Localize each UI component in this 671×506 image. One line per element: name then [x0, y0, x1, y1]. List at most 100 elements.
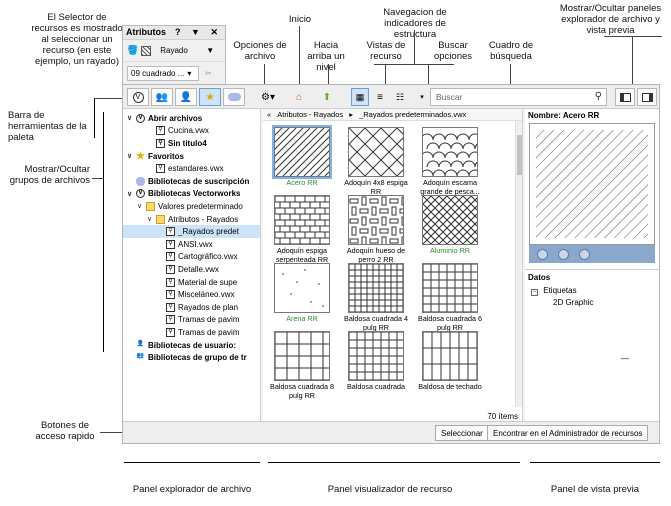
folder-icon — [156, 214, 165, 224]
render-shaded-icon[interactable] — [579, 248, 590, 260]
resource-tile[interactable]: Adoquín escama grande de pesca... — [415, 127, 488, 196]
tree-item[interactable]: ⚲ Misceláneo.vwx — [123, 288, 260, 301]
resource-tile[interactable]: Adoquín espiga serpenteada RR — [267, 195, 337, 264]
tree-item[interactable]: ⚲ Detalle.vwx — [123, 263, 260, 276]
toggle-explorer-panel-button[interactable] — [615, 88, 635, 106]
leader-grupos — [92, 178, 104, 179]
user-icon: 👤 — [136, 340, 145, 347]
paint-bucket-icon[interactable]: 🪣 — [127, 45, 138, 56]
palette-titlebar: Atributos ? ▼ ✕ — [123, 26, 225, 40]
render-flat-icon[interactable] — [537, 248, 548, 260]
user-icon: 👤 — [179, 91, 193, 103]
tree-item[interactable]: Bibliotecas de suscripción — [123, 175, 260, 188]
view-list-button[interactable]: ≡ — [371, 88, 389, 106]
tree-item[interactable]: ⚲ Material de supe — [123, 276, 260, 289]
palette-row-1: 🪣 Rayado ▼ — [123, 40, 225, 62]
dash-mark: — — [621, 354, 629, 363]
callout-panel-vista-previa: Panel de vista previa — [550, 484, 640, 495]
scrollbar-thumb[interactable] — [517, 135, 522, 175]
search-options-button[interactable]: ▾ — [416, 88, 428, 106]
resource-selector-value: 09 cuadrado ... — [131, 68, 185, 78]
expand-caret-icon[interactable]: ∨ — [127, 114, 136, 122]
find-in-resource-manager-button[interactable]: Encontrar en el Administrador de recurso… — [487, 425, 649, 441]
tools-icon[interactable]: ✂ — [205, 69, 212, 78]
expand-caret-icon[interactable]: ∨ — [137, 202, 146, 210]
resource-thumbnail — [422, 331, 478, 381]
resource-tile[interactable]: Baldosa cuadrada 8 pulg RR — [267, 331, 337, 400]
vectorworks-file-icon: ⚲ — [166, 315, 175, 325]
fill-type-dropdown[interactable]: Rayado ▼ — [157, 43, 217, 58]
group-cloud-button[interactable] — [223, 88, 245, 106]
bracket-barra — [94, 98, 95, 138]
tree-item[interactable]: ⚲ Cartográfico.vwx — [123, 251, 260, 264]
tree-item[interactable]: ⚲ Tramas de pavim — [123, 326, 260, 339]
group-team-button[interactable]: 👥 — [151, 88, 173, 106]
resource-tile[interactable]: Baldosa cuadrada 6 pulg RR — [415, 263, 485, 332]
group-favorites-button[interactable]: ★ — [199, 88, 221, 106]
resource-thumbnail — [374, 195, 520, 245]
tree-item[interactable]: ⚲ Tramas de pavim — [123, 314, 260, 327]
breadcrumb-part-2[interactable]: _Rayados predeterminados.vwx — [359, 110, 466, 119]
bracket-grupos — [103, 112, 104, 352]
search-input[interactable]: Buscar ⚲ — [430, 88, 607, 106]
cloud-icon — [136, 176, 145, 186]
tree-item[interactable]: ⚲ Sin titulo4 — [123, 137, 260, 150]
group-user-button[interactable]: 👤 — [175, 88, 197, 106]
tree-item[interactable]: ⚲ estandares.vwx — [123, 162, 260, 175]
resource-thumbnail — [348, 263, 404, 313]
resource-selector[interactable]: 09 cuadrado ... ▾ — [127, 65, 199, 81]
tags-row[interactable]: − Etiquetas — [525, 285, 659, 297]
callout-inicio: Inicio — [288, 14, 312, 25]
tree-item[interactable]: ⚲ Cucina.vwx — [123, 125, 260, 138]
tree-item[interactable]: ∨ ★ Favoritos — [123, 150, 260, 163]
tree-item[interactable]: ∨ V Bibliotecas Vectorworks — [123, 188, 260, 201]
breadcrumb-separator: ▸ — [349, 110, 353, 119]
view-details-button[interactable]: ☷ — [391, 88, 409, 106]
resource-tile[interactable]: Baldosa cuadrada 4 pulg RR — [341, 263, 411, 332]
tree-item[interactable]: 👤 Bibliotecas de usuario: — [123, 339, 260, 352]
view-thumbnails-button[interactable]: ▦ — [351, 88, 369, 106]
resource-tile[interactable]: Baldosa cuadrada — [341, 331, 411, 392]
resource-label: Baldosa cuadrada — [347, 382, 405, 391]
tree-item[interactable]: ∨ Valores predeterminado — [123, 200, 260, 213]
collapse-icon[interactable]: − — [531, 289, 538, 296]
resource-tile[interactable]: Acero RR — [263, 125, 374, 188]
resource-tile[interactable]: Baldosa de techado — [415, 331, 485, 392]
select-button[interactable]: Seleccionar — [435, 425, 489, 441]
tree-item[interactable]: ⚲ _Rayados predet — [123, 225, 260, 238]
breadcrumb: « Atributos - Rayados ▸ _Rayados predete… — [263, 109, 522, 121]
group-open-files-button[interactable]: V — [127, 88, 149, 106]
file-options-button[interactable]: ⚙▾ — [255, 88, 281, 106]
tree-item[interactable]: ⚲ Rayados de plan — [123, 301, 260, 314]
resource-tile[interactable]: Arena RR — [267, 263, 337, 324]
resource-tile[interactable]: Adoquín hueso de perro 2 RR — [341, 195, 411, 264]
tree-item[interactable]: ∨ V Abrir archivos — [123, 112, 260, 125]
resource-tile[interactable]: Adoquín 4x8 espiga RR — [341, 127, 411, 196]
resource-manager-window: V 👥 👤 ★ ⚙▾ ⌂ ⬆ ▦ ≡ ☷ ▾ Buscar ⚲ ∨ V Abrir … — [122, 84, 660, 444]
callout-vistas: Vistas de recurso — [366, 40, 406, 62]
tags-label: Etiquetas — [543, 286, 577, 295]
palette-controls[interactable]: ? ▼ ✕ — [175, 27, 222, 38]
leader-inicio — [299, 26, 300, 88]
breadcrumb-part-1[interactable]: Atributos - Rayados — [277, 110, 343, 119]
tree-item-label: Bibliotecas Vectorworks — [148, 189, 241, 199]
vertical-scrollbar[interactable] — [515, 121, 522, 407]
expand-caret-icon[interactable]: ∨ — [147, 215, 156, 223]
render-sphere-icon[interactable] — [558, 248, 569, 260]
expand-caret-icon[interactable]: ∨ — [127, 190, 136, 198]
hatch-icon[interactable] — [141, 45, 152, 56]
tree-item[interactable]: 👥 Bibliotecas de grupo de tr — [123, 351, 260, 364]
tree-item[interactable]: ⚲ ANSI.vwx — [123, 238, 260, 251]
resource-tile[interactable]: Aluminio RR — [374, 195, 520, 256]
up-one-level-button[interactable]: ⬆ — [317, 88, 337, 106]
expand-caret-icon[interactable]: ∨ — [127, 152, 136, 160]
resource-thumbnail — [422, 263, 478, 313]
hatch-thumbnail — [420, 133, 488, 177]
palette-toolbar: V 👥 👤 ★ ⚙▾ ⌂ ⬆ ▦ ≡ ☷ ▾ Buscar ⚲ — [123, 85, 659, 109]
tree-item[interactable]: ∨ Atributos - Rayados — [123, 213, 260, 226]
resource-label: Acero RR — [286, 178, 318, 187]
callout-buscar-opciones: Buscar opciones — [433, 40, 473, 62]
toggle-preview-panel-button[interactable] — [637, 88, 657, 106]
home-button[interactable]: ⌂ — [289, 88, 309, 106]
breadcrumb-back[interactable]: « — [267, 110, 271, 119]
